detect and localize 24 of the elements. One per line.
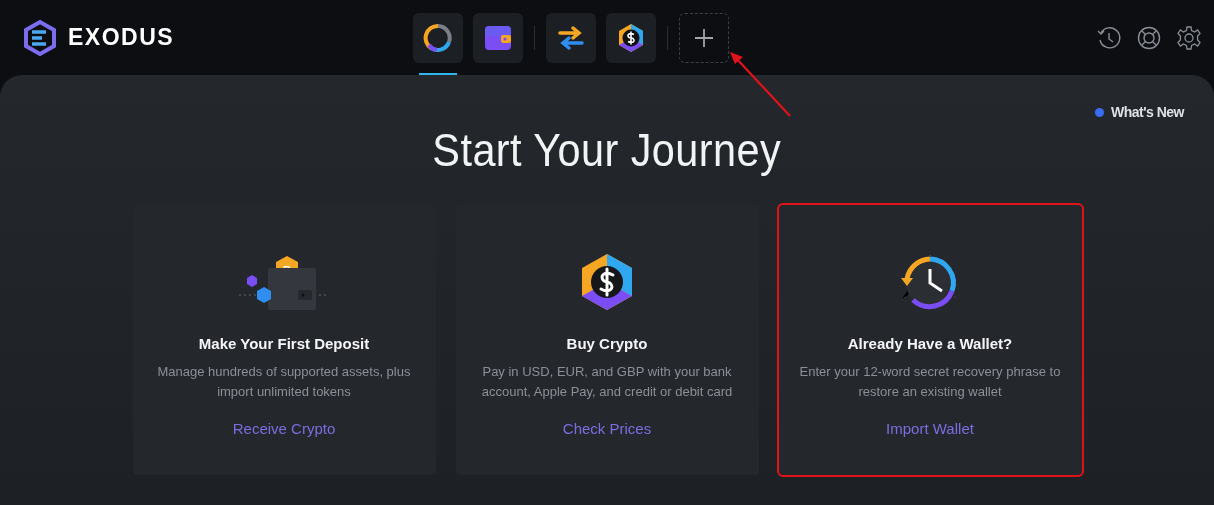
card-description: Pay in USD, EUR, and GBP with your bank account, Apple Pay, and credit or debit card: [480, 363, 734, 401]
nav-tab[interactable]: [413, 12, 463, 63]
add-button[interactable]: [679, 12, 729, 63]
page-title: Start Your Journey: [432, 123, 782, 177]
logo-icon: [22, 19, 58, 56]
nav-tab[interactable]: [606, 12, 656, 63]
settings-icon[interactable]: [1176, 24, 1202, 51]
card-link[interactable]: Receive Crypto: [226, 419, 342, 438]
card-description: Manage hundreds of supported assets, plus import unlimited tokens: [156, 363, 412, 401]
nav-tab[interactable]: [473, 12, 523, 63]
ring-chart-icon: [423, 22, 453, 53]
dollar-hexagon-icon: [580, 253, 634, 311]
card-title: Buy Crypto: [566, 335, 648, 352]
card-link[interactable]: Check Prices: [556, 419, 658, 438]
dollar-hexagon-icon: [616, 22, 646, 53]
card-link[interactable]: Import Wallet: [880, 419, 980, 438]
card-title: Make Your First Deposit: [198, 335, 370, 352]
app-name: EXODUS: [68, 24, 175, 51]
nav-tab[interactable]: [546, 12, 596, 63]
card-title: Already Have a Wallet?: [847, 335, 1013, 352]
card-description: Enter your 12-word secret recovery phrase to restore an existing wallet: [798, 363, 1062, 401]
lifebuoy-icon[interactable]: [1136, 24, 1162, 51]
history-icon[interactable]: [1096, 24, 1122, 51]
whats-new-link[interactable]: What's New: [1111, 104, 1184, 120]
